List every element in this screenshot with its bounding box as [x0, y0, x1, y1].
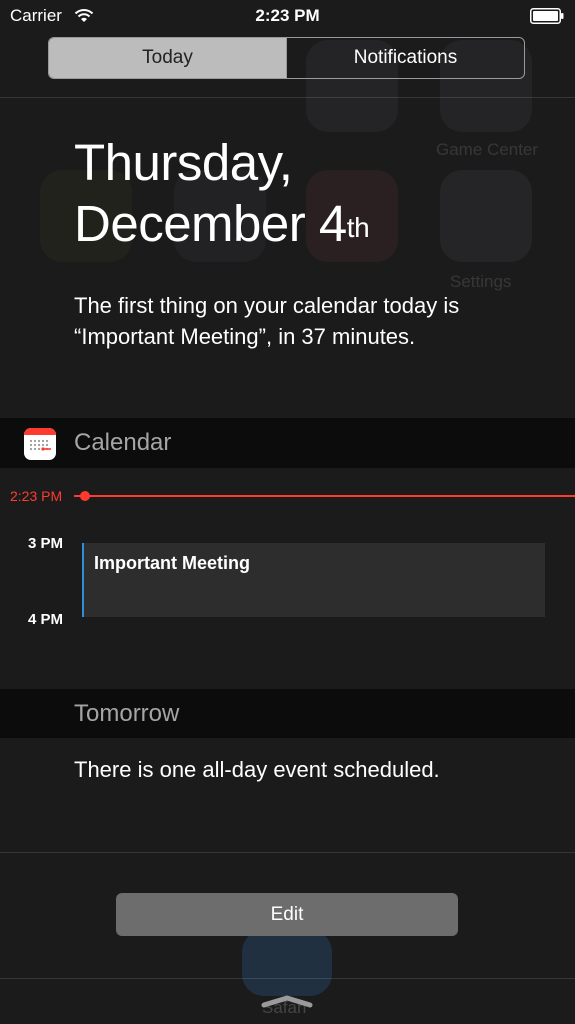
hour-label-3pm: 3 PM — [28, 535, 64, 552]
tab-notifications[interactable]: Notifications — [286, 38, 524, 78]
calendar-title: Calendar — [74, 429, 172, 456]
today-notifications-switch: Today Notifications — [48, 37, 525, 79]
background-dock-icon — [242, 930, 332, 996]
divider — [0, 97, 575, 98]
date-heading: Thursday, December 4th — [74, 132, 370, 254]
event-title: Important Meeting — [94, 553, 250, 573]
battery-icon — [530, 8, 564, 24]
date-line: December 4th — [74, 193, 370, 254]
calendar-header[interactable]: Calendar — [0, 418, 575, 468]
weekday-text: Thursday, — [74, 134, 293, 191]
tomorrow-title: Tomorrow — [74, 700, 180, 727]
date-suffix: th — [346, 212, 370, 243]
background-label: Settings — [450, 272, 512, 291]
tomorrow-header: Tomorrow — [0, 689, 575, 738]
status-time: 2:23 PM — [255, 6, 320, 25]
background-app-tile — [440, 170, 532, 262]
hour-label-4pm: 4 PM — [28, 611, 64, 628]
current-time-dot — [80, 491, 90, 501]
divider — [0, 978, 575, 979]
current-time-line — [74, 495, 575, 497]
edit-button[interactable]: Edit — [116, 893, 458, 936]
pull-up-handle-icon[interactable] — [260, 994, 314, 1008]
tomorrow-summary: There is one all-day event scheduled. — [74, 757, 440, 782]
current-time-label: 2:23 PM — [10, 488, 63, 504]
status-bar: Carrier 2:23 PM — [0, 0, 575, 34]
calendar-event[interactable]: Important Meeting — [82, 543, 545, 617]
calendar-app-icon — [24, 428, 56, 460]
tab-today[interactable]: Today — [49, 38, 286, 78]
date-text: December 4 — [74, 195, 347, 252]
background-label: Game Center — [436, 140, 539, 159]
divider — [0, 852, 575, 853]
today-summary: The first thing on your calendar today i… — [74, 293, 460, 349]
